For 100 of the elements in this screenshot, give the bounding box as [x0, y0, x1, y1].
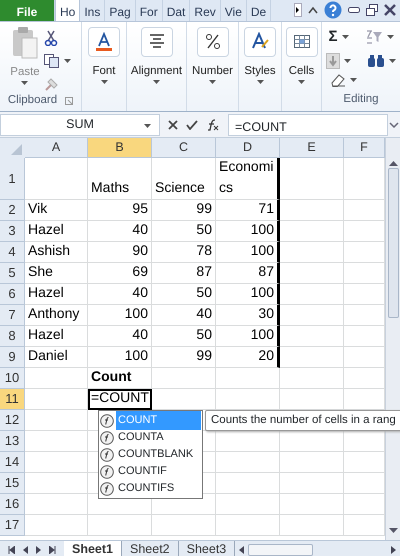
autocomplete-item[interactable]: COUNTA: [100, 429, 201, 446]
caret-icon[interactable]: [256, 80, 264, 84]
autosum-button[interactable]: Σ: [328, 26, 338, 48]
empty-cell[interactable]: [280, 284, 344, 305]
row-header[interactable]: 6: [0, 284, 25, 305]
alignment-button[interactable]: Alignment: [130, 63, 182, 80]
number-button[interactable]: Number: [192, 63, 233, 80]
scissors-icon[interactable]: [44, 30, 58, 46]
empty-cell[interactable]: [216, 473, 280, 494]
cell-editor[interactable]: =COUNT: [88, 389, 152, 410]
caret-icon[interactable]: [209, 80, 216, 84]
first-sheet-icon[interactable]: [8, 546, 15, 554]
autocomplete-item[interactable]: COUNTIF: [100, 463, 201, 480]
help-icon[interactable]: [324, 1, 342, 19]
column-header[interactable]: D: [216, 138, 280, 158]
caret-icon[interactable]: [389, 58, 396, 62]
empty-cell[interactable]: [152, 515, 216, 536]
empty-cell[interactable]: [280, 368, 344, 389]
restore-icon[interactable]: [366, 4, 378, 16]
row-header[interactable]: 11: [0, 389, 25, 410]
row-header[interactable]: 13: [0, 431, 25, 452]
row-header[interactable]: 16: [0, 494, 25, 515]
row-header[interactable]: 4: [0, 242, 25, 263]
eraser-icon[interactable]: [330, 72, 346, 86]
ribbon-tab[interactable]: Rev: [190, 0, 221, 21]
column-header[interactable]: B: [88, 138, 152, 158]
row-header[interactable]: 14: [0, 452, 25, 473]
row-header[interactable]: 3: [0, 221, 25, 242]
caret-icon[interactable]: [344, 58, 351, 62]
caret-icon[interactable]: [144, 124, 151, 128]
copy-icon[interactable]: [44, 54, 60, 68]
font-color-icon[interactable]: [95, 32, 113, 52]
select-all-icon[interactable]: [0, 138, 25, 158]
sheet-tab[interactable]: Sheet3: [178, 540, 236, 556]
caret-icon[interactable]: [350, 78, 357, 82]
empty-cell[interactable]: [280, 326, 344, 347]
row-header[interactable]: 5: [0, 263, 25, 284]
ribbon-tab[interactable]: Ins: [80, 0, 106, 21]
row-header[interactable]: 12: [0, 410, 25, 431]
insert-function-icon[interactable]: [206, 118, 220, 130]
scroll-left-icon[interactable]: [239, 546, 244, 554]
styles-button[interactable]: Styles: [244, 63, 276, 80]
scroll-right-icon[interactable]: [294, 3, 302, 17]
file-tab[interactable]: File: [0, 0, 55, 21]
collapse-ribbon-icon[interactable]: [308, 6, 318, 14]
ribbon-tab[interactable]: De: [246, 0, 272, 21]
empty-cell[interactable]: [216, 515, 280, 536]
empty-cell[interactable]: [280, 452, 344, 473]
brush-icon[interactable]: [44, 76, 60, 92]
ribbon-tab[interactable]: Dat: [162, 0, 190, 21]
percent-icon[interactable]: [204, 32, 222, 52]
next-sheet-icon[interactable]: [36, 546, 41, 554]
caret-icon[interactable]: [298, 80, 305, 84]
sheet-tab[interactable]: Sheet1: [64, 540, 122, 556]
expand-icon[interactable]: [388, 120, 400, 130]
column-header[interactable]: C: [152, 138, 216, 158]
empty-cell[interactable]: [88, 515, 152, 536]
empty-cell[interactable]: [280, 515, 344, 536]
minimize-icon[interactable]: [348, 7, 360, 13]
ribbon-tab[interactable]: Ho: [55, 0, 80, 21]
empty-cell[interactable]: [280, 221, 344, 242]
ribbon-tab[interactable]: For: [136, 0, 163, 21]
scroll-down-icon[interactable]: [388, 528, 398, 534]
autocomplete-item[interactable]: COUNTIFS: [100, 480, 201, 497]
autocomplete-item[interactable]: COUNTBLANK: [100, 446, 201, 463]
cancel-icon[interactable]: [168, 120, 178, 130]
last-sheet-icon[interactable]: [49, 546, 56, 554]
column-header[interactable]: E: [280, 138, 344, 158]
paste-icon[interactable]: [10, 26, 39, 60]
column-header[interactable]: F: [344, 138, 385, 158]
empty-cell[interactable]: [216, 368, 280, 389]
dialog-launcher-icon[interactable]: [65, 96, 74, 105]
empty-cell[interactable]: [152, 368, 216, 389]
empty-cell[interactable]: [216, 452, 280, 473]
caret-icon[interactable]: [342, 35, 348, 40]
row-header[interactable]: 7: [0, 305, 25, 326]
enter-icon[interactable]: [186, 120, 198, 130]
row-header[interactable]: 17: [0, 515, 25, 536]
cells-button[interactable]: Cells: [288, 63, 314, 80]
empty-cell[interactable]: [280, 158, 344, 200]
ribbon-tab[interactable]: Pag: [105, 0, 136, 21]
font-button[interactable]: Font: [92, 63, 116, 80]
row-header[interactable]: 9: [0, 347, 25, 368]
caret-icon[interactable]: [21, 81, 28, 86]
name-box[interactable]: SUM: [0, 114, 160, 136]
formula-input[interactable]: =COUNT: [228, 114, 388, 136]
close-icon[interactable]: [384, 4, 396, 16]
caret-icon[interactable]: [386, 35, 394, 40]
row-header[interactable]: 2: [0, 200, 25, 221]
empty-cell[interactable]: [280, 494, 344, 515]
caret-icon[interactable]: [100, 80, 108, 84]
previous-sheet-icon[interactable]: [23, 546, 28, 554]
empty-cell[interactable]: [280, 242, 344, 263]
empty-cell[interactable]: [216, 494, 280, 515]
scroll-right-icon[interactable]: [391, 546, 396, 554]
empty-cell[interactable]: [280, 263, 344, 284]
caret-icon[interactable]: [153, 80, 160, 84]
column-header[interactable]: A: [25, 138, 88, 158]
row-header[interactable]: 1: [0, 158, 25, 200]
empty-cell[interactable]: [280, 200, 344, 221]
